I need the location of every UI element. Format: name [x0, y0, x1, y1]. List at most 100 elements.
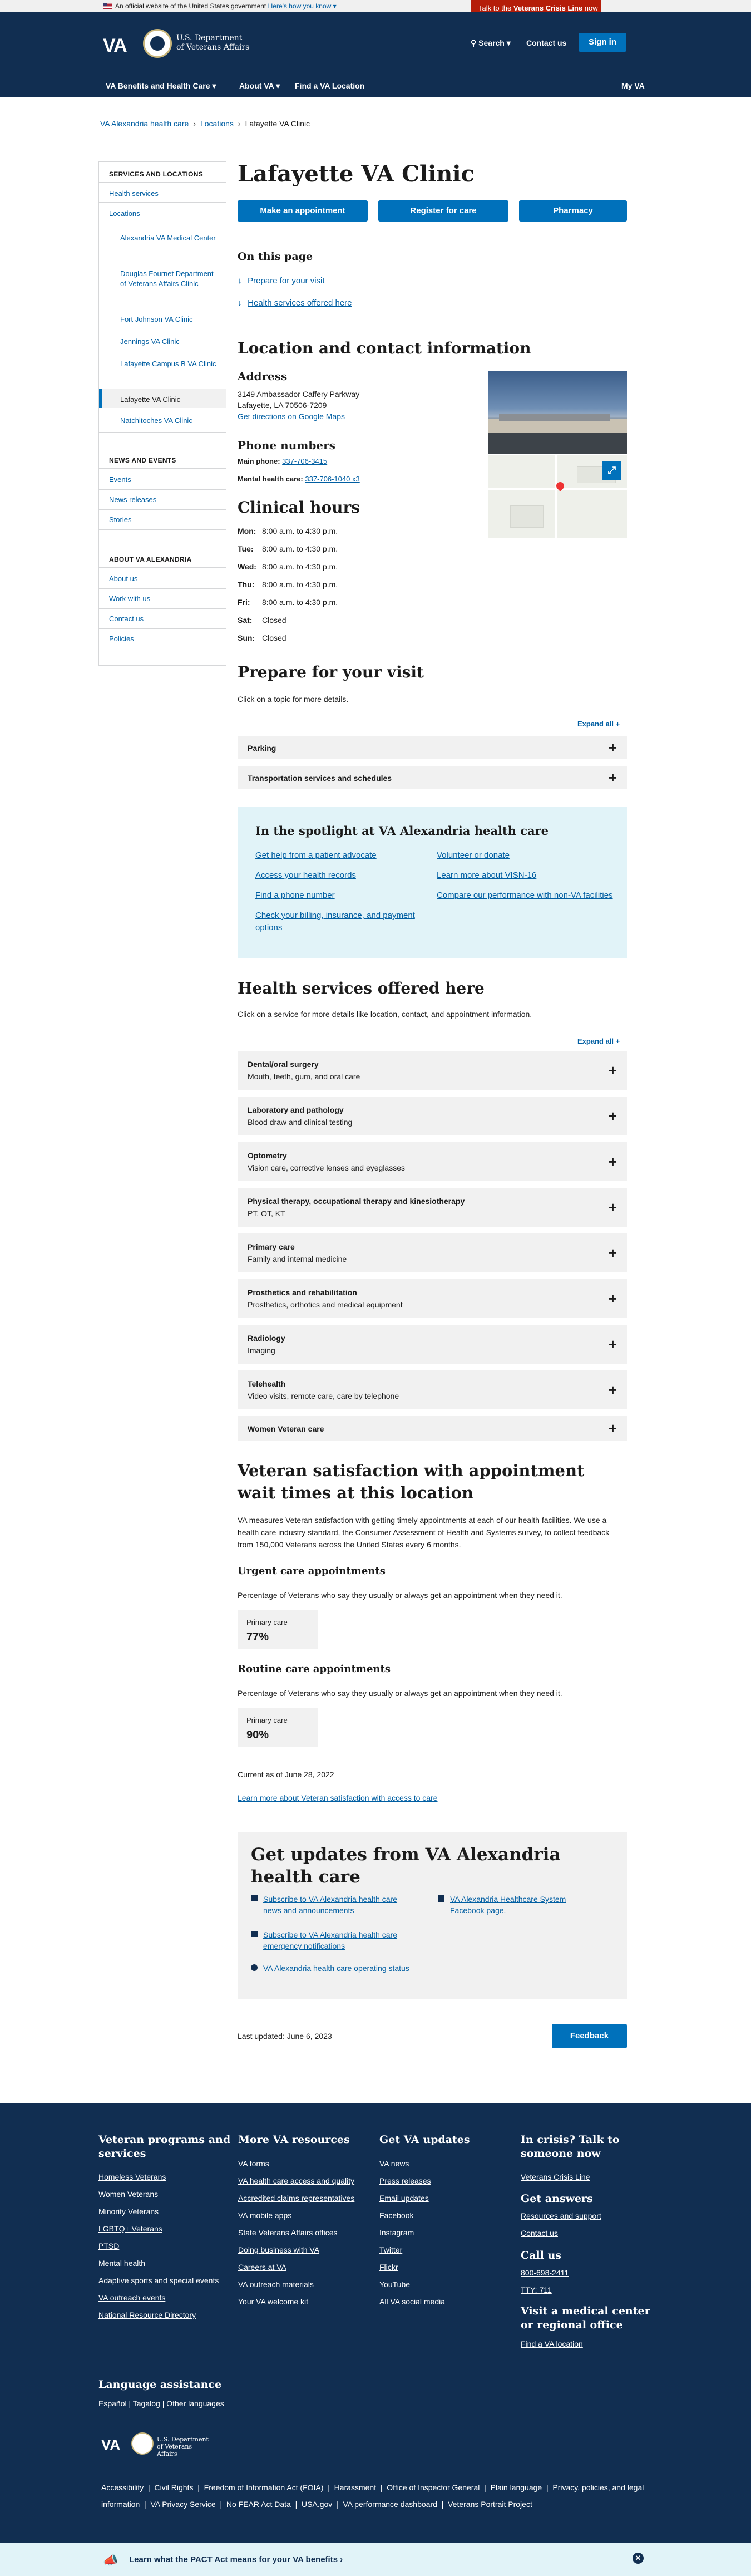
footer-link[interactable]: YouTube — [379, 2279, 410, 2289]
lang-tagalog-link[interactable]: Tagalog — [133, 2399, 160, 2408]
footer-tty-link[interactable]: TTY: 711 — [521, 2285, 552, 2295]
main-phone-link[interactable]: 337-706-3415 — [282, 457, 327, 465]
footer-link[interactable]: Mental health — [98, 2258, 145, 2268]
footer-link[interactable]: VA news — [379, 2159, 409, 2169]
sidebar-item-jennings[interactable]: Jennings VA Clinic — [120, 337, 220, 347]
subscribe-news-link[interactable]: Subscribe to VA Alexandria health care n… — [251, 1894, 413, 1916]
accordion-telehealth[interactable]: Telehealth Video visits, remote care, car… — [238, 1370, 627, 1409]
accordion-dental[interactable]: Dental/oral surgery Mouth, teeth, gum, an… — [238, 1051, 627, 1090]
footer-link[interactable]: Women Veterans — [98, 2189, 158, 2199]
sidebar-item-contact-us[interactable]: Contact us — [109, 614, 144, 623]
footer-phone-link[interactable]: 800-698-2411 — [521, 2268, 569, 2278]
footer-link[interactable]: Accredited claims representatives — [238, 2193, 354, 2203]
footer-find-location-link[interactable]: Find a VA location — [521, 2339, 583, 2349]
accordion-transportation[interactable]: Transportation services and schedules + — [238, 766, 627, 789]
footer-link[interactable]: Flickr — [379, 2262, 398, 2272]
on-page-link-services[interactable]: ↓ Health services offered here — [238, 297, 352, 309]
footer-link[interactable]: VA mobile apps — [238, 2210, 291, 2220]
footer-link[interactable]: Homeless Veterans — [98, 2172, 166, 2182]
footer-link[interactable]: VA outreach events — [98, 2293, 165, 2303]
pact-act-banner[interactable]: 📣 Learn what the PACT Act means for your… — [0, 2543, 751, 2576]
accordion-optometry[interactable]: Optometry Vision care, corrective lenses … — [238, 1142, 627, 1181]
heres-how-you-know-link[interactable]: Here's how you know — [268, 2, 332, 10]
feedback-button[interactable]: Feedback — [552, 2024, 627, 2048]
sidebar-item-policies[interactable]: Policies — [109, 634, 134, 643]
register-for-care-button[interactable]: Register for care — [378, 200, 508, 222]
lang-other-link[interactable]: Other languages — [166, 2399, 224, 2408]
make-appointment-button[interactable]: Make an appointment — [238, 200, 368, 222]
spotlight-link-phone[interactable]: Find a phone number — [255, 889, 433, 902]
footer-link[interactable]: VA health care access and quality — [238, 2176, 354, 2186]
sign-in-button[interactable]: Sign in — [579, 33, 626, 52]
sidebar-item-fort-johnson[interactable]: Fort Johnson VA Clinic — [120, 314, 220, 325]
footer-link[interactable]: All VA social media — [379, 2297, 445, 2307]
accordion-women-veteran[interactable]: Women Veteran care + — [238, 1416, 627, 1441]
nav-about-va[interactable]: About VA ▾ — [239, 80, 280, 91]
spotlight-link-advocate[interactable]: Get help from a patient advocate — [255, 849, 433, 862]
footer-link[interactable]: VA outreach materials — [238, 2279, 314, 2289]
sidebar-item-health-services[interactable]: Health services — [109, 189, 159, 198]
expand-all-services-button[interactable]: Expand all + — [577, 1036, 620, 1047]
footer-link[interactable]: Press releases — [379, 2176, 431, 2186]
footer-link[interactable]: Resources and support — [521, 2211, 601, 2221]
expand-map-icon[interactable]: ⤢ — [602, 461, 621, 480]
lang-espanol-link[interactable]: Español — [98, 2399, 127, 2408]
accordion-parking[interactable]: Parking + — [238, 736, 627, 759]
sidebar-item-about-us[interactable]: About us — [109, 574, 137, 583]
footer-link[interactable]: Minority Veterans — [98, 2206, 159, 2216]
footer-link[interactable]: National Resource Directory — [98, 2310, 196, 2320]
sidebar-item-events[interactable]: Events — [109, 475, 131, 484]
pharmacy-button[interactable]: Pharmacy — [519, 200, 627, 222]
accordion-prosthetics[interactable]: Prosthetics and rehabilitation Prosthetic… — [238, 1279, 627, 1318]
footer-link[interactable]: LGBTQ+ Veterans — [98, 2224, 162, 2234]
mental-health-phone-link[interactable]: 337-706-1040 x3 — [305, 475, 359, 483]
learn-more-satisfaction-link[interactable]: Learn more about Veteran satisfaction wi… — [238, 1792, 438, 1803]
breadcrumb-locations[interactable]: Locations — [200, 119, 234, 128]
footer-link[interactable]: VA forms — [238, 2159, 269, 2169]
footer-link[interactable]: Facebook — [379, 2210, 413, 2220]
sidebar-item-natchitoches[interactable]: Natchitoches VA Clinic — [120, 416, 220, 426]
google-maps-link[interactable]: Get directions on Google Maps — [238, 411, 345, 422]
close-icon[interactable]: ✕ — [633, 2553, 644, 2564]
spotlight-link-health-records[interactable]: Access your health records — [255, 869, 433, 882]
on-page-link-prepare[interactable]: ↓ Prepare for your visit — [238, 275, 325, 287]
spotlight-link-compare[interactable]: Compare our performance with non-VA faci… — [437, 889, 615, 902]
contact-us-link[interactable]: Contact us — [526, 37, 566, 48]
facebook-page-link[interactable]: VA Alexandria Healthcare System Facebook… — [438, 1894, 600, 1916]
spotlight-link-volunteer[interactable]: Volunteer or donate — [437, 849, 615, 862]
footer-link[interactable]: Email updates — [379, 2193, 429, 2203]
footer-link[interactable]: Adaptive sports and special events — [98, 2275, 219, 2285]
footer-link[interactable]: Contact us — [521, 2228, 558, 2238]
footer-link[interactable]: Careers at VA — [238, 2262, 286, 2272]
sidebar-item-lafayette-campus-b[interactable]: Lafayette Campus B VA Clinic — [120, 359, 220, 369]
footer-link[interactable]: State Veterans Affairs offices — [238, 2228, 337, 2238]
spotlight-link-visn16[interactable]: Learn more about VISN-16 — [437, 869, 615, 882]
subscribe-emergency-link[interactable]: Subscribe to VA Alexandria health care e… — [251, 1929, 413, 1951]
footer-link[interactable]: Instagram — [379, 2228, 414, 2238]
accordion-physical-therapy[interactable]: Physical therapy, occupational therapy a… — [238, 1188, 627, 1227]
footer-va-logo[interactable]: VA U.S. Department of Veterans Affairs — [101, 2432, 213, 2457]
operating-status-link[interactable]: VA Alexandria health care operating stat… — [251, 1963, 413, 1974]
footer-crisis-line-link[interactable]: Veterans Crisis Line — [521, 2172, 590, 2182]
sidebar-item-alexandria-vamc[interactable]: Alexandria VA Medical Center — [120, 233, 220, 243]
accordion-primary-care[interactable]: Primary care Family and internal medicine… — [238, 1233, 627, 1272]
nav-find-location[interactable]: Find a VA Location — [295, 80, 364, 91]
search-button[interactable]: ⚲ Search ▾ — [471, 37, 511, 48]
breadcrumb-alexandria[interactable]: VA Alexandria health care — [100, 119, 189, 128]
nav-my-va[interactable]: My VA — [621, 80, 645, 91]
footer-link[interactable]: PTSD — [98, 2241, 119, 2251]
footer-link[interactable]: Doing business with VA — [238, 2245, 319, 2255]
sidebar-item-douglas-fournet[interactable]: Douglas Fournet Department of Veterans A… — [120, 269, 220, 289]
expand-all-prepare-button[interactable]: Expand all + — [577, 719, 620, 730]
accordion-laboratory[interactable]: Laboratory and pathology Blood draw and c… — [238, 1097, 627, 1135]
footer-link[interactable]: Your VA welcome kit — [238, 2297, 308, 2307]
sidebar-item-lafayette-current[interactable]: Lafayette VA Clinic — [120, 395, 220, 405]
sidebar-item-work-with-us[interactable]: Work with us — [109, 594, 150, 603]
nav-benefits-health-care[interactable]: VA Benefits and Health Care ▾ — [106, 80, 216, 91]
footer-link[interactable]: Twitter — [379, 2245, 402, 2255]
spotlight-link-billing[interactable]: Check your billing, insurance, and payme… — [255, 910, 433, 934]
accordion-radiology[interactable]: Radiology Imaging + — [238, 1325, 627, 1364]
sidebar-item-locations[interactable]: Locations — [109, 209, 140, 218]
sidebar-item-news-releases[interactable]: News releases — [109, 495, 156, 504]
sidebar-item-stories[interactable]: Stories — [109, 515, 131, 524]
